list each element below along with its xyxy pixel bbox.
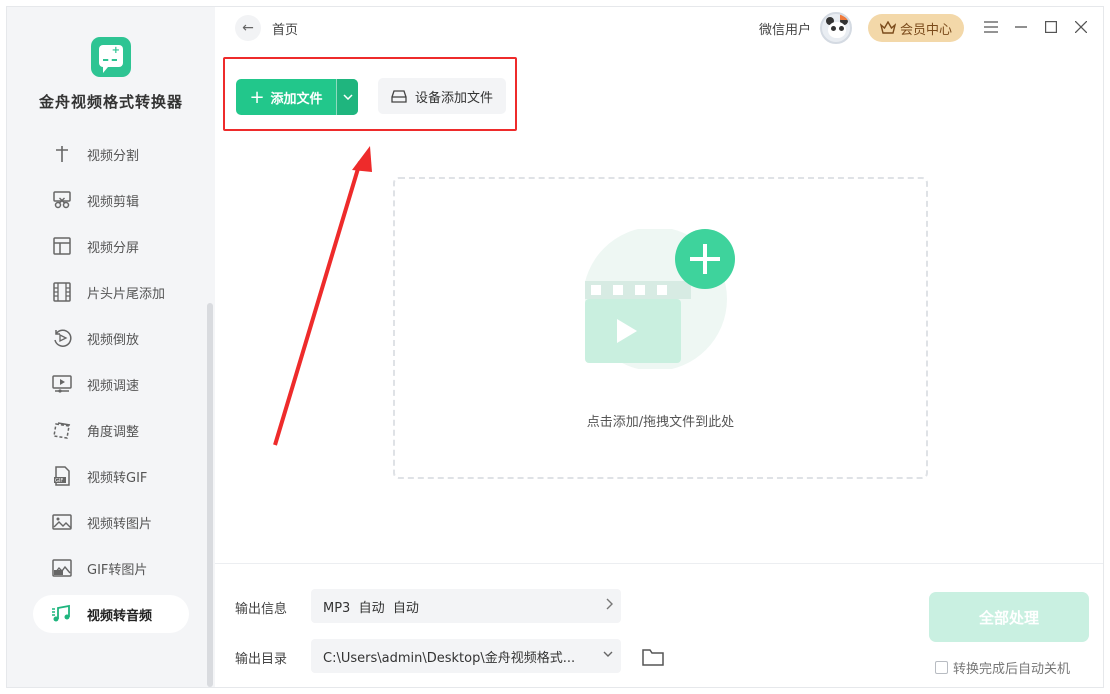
minimize-button[interactable] <box>1011 17 1031 37</box>
output-dir-label: 输出目录 <box>235 648 287 667</box>
auto-shutdown-label: 转换完成后自动关机 <box>953 658 1070 677</box>
film-strip-icon <box>51 281 73 303</box>
annotation-highlight-box <box>223 57 517 131</box>
minimize-icon <box>1015 21 1027 33</box>
output-info-value: MP3 自动 自动 <box>323 597 419 616</box>
music-note-icon <box>51 603 73 625</box>
output-info-field[interactable]: MP3 自动 自动 <box>311 589 621 623</box>
avatar[interactable] <box>820 12 852 44</box>
vip-label: 会员中心 <box>900 19 952 38</box>
breadcrumb[interactable]: 首页 <box>272 19 298 38</box>
sidebar-item-label: 视频分割 <box>87 145 139 164</box>
sidebar-item-label: 视频转GIF <box>87 467 147 486</box>
menu-button[interactable] <box>981 17 1001 37</box>
scissors-icon <box>51 189 73 211</box>
app-window: + 金舟视频格式转换器 视频分割 视频剪辑 视频分屏 <box>6 6 1104 688</box>
sidebar-item-speed[interactable]: 视频调速 <box>33 365 189 403</box>
sidebar-item-rotate[interactable]: 角度调整 <box>33 411 189 449</box>
speed-monitor-icon <box>51 373 73 395</box>
sidebar-item-video-to-gif[interactable]: GIF 视频转GIF <box>33 457 189 495</box>
drop-zone-hint: 点击添加/拖拽文件到此处 <box>395 411 926 430</box>
split-icon <box>51 143 73 165</box>
hamburger-icon <box>984 21 998 33</box>
auto-shutdown-checkbox[interactable] <box>935 661 948 674</box>
output-dir-value: C:\Users\admin\Desktop\金舟视频格式... <box>323 647 575 666</box>
reverse-play-icon <box>51 327 73 349</box>
app-logo: + <box>91 37 131 77</box>
maximize-icon <box>1045 21 1057 33</box>
output-panel: 输出信息 MP3 自动 自动 输出目录 C:\Users\admin\Deskt… <box>215 563 1104 688</box>
sidebar-item-split-screen[interactable]: 视频分屏 <box>33 227 189 265</box>
sidebar-item-video-edit[interactable]: 视频剪辑 <box>33 181 189 219</box>
split-screen-icon <box>51 235 73 257</box>
sidebar-nav: 视频分割 视频剪辑 视频分屏 片头片尾添加 <box>7 139 215 688</box>
sidebar-item-label: GIF转图片 <box>87 559 147 578</box>
sidebar-item-label: 视频转音频 <box>87 605 152 624</box>
sidebar-item-label: 视频倒放 <box>87 329 139 348</box>
image-icon <box>51 511 73 533</box>
sidebar-scrollbar[interactable] <box>207 303 213 687</box>
sidebar-item-label: 视频转图片 <box>87 513 152 532</box>
sidebar-item-label: 视频分屏 <box>87 237 139 256</box>
gif-image-icon <box>51 557 73 579</box>
rotate-icon <box>51 419 73 441</box>
process-all-button[interactable]: 全部处理 <box>929 592 1089 642</box>
crown-icon <box>880 21 896 35</box>
gif-file-icon: GIF <box>51 465 73 487</box>
sidebar-item-label: 视频剪辑 <box>87 191 139 210</box>
sidebar-item-label: 片头片尾添加 <box>87 283 165 302</box>
crown-icon <box>840 14 848 20</box>
browse-folder-button[interactable] <box>641 646 665 668</box>
svg-text:GIF: GIF <box>55 478 63 484</box>
chevron-right-icon <box>605 598 613 610</box>
arrow-left-icon: ← <box>242 20 254 36</box>
sidebar-item-video-to-image[interactable]: 视频转图片 <box>33 503 189 541</box>
file-drop-zone[interactable]: 点击添加/拖拽文件到此处 <box>393 177 928 479</box>
output-info-label: 输出信息 <box>235 598 287 617</box>
close-button[interactable] <box>1071 17 1091 37</box>
sidebar-item-label: 角度调整 <box>87 421 139 440</box>
sidebar-item-label: 视频调速 <box>87 375 139 394</box>
sidebar-item-intro-outro[interactable]: 片头片尾添加 <box>33 273 189 311</box>
sidebar-item-video-to-audio[interactable]: 视频转音频 <box>33 595 189 633</box>
chevron-down-icon <box>603 648 613 660</box>
app-name: 金舟视频格式转换器 <box>7 91 215 112</box>
folder-icon <box>642 648 664 666</box>
sidebar-item-gif-to-image[interactable]: GIF转图片 <box>33 549 189 587</box>
output-dir-select[interactable]: C:\Users\admin\Desktop\金舟视频格式... <box>311 639 621 673</box>
sidebar-item-video-split[interactable]: 视频分割 <box>33 139 189 173</box>
add-video-illustration <box>585 229 735 369</box>
sidebar-item-reverse[interactable]: 视频倒放 <box>33 319 189 357</box>
back-button[interactable]: ← <box>235 15 261 41</box>
maximize-button[interactable] <box>1041 17 1061 37</box>
user-name[interactable]: 微信用户 <box>759 19 811 38</box>
vip-center-button[interactable]: 会员中心 <box>868 14 964 42</box>
sidebar: + 金舟视频格式转换器 视频分割 视频剪辑 视频分屏 <box>7 7 215 688</box>
auto-shutdown-option[interactable]: 转换完成后自动关机 <box>935 658 1070 677</box>
close-icon <box>1075 21 1087 33</box>
